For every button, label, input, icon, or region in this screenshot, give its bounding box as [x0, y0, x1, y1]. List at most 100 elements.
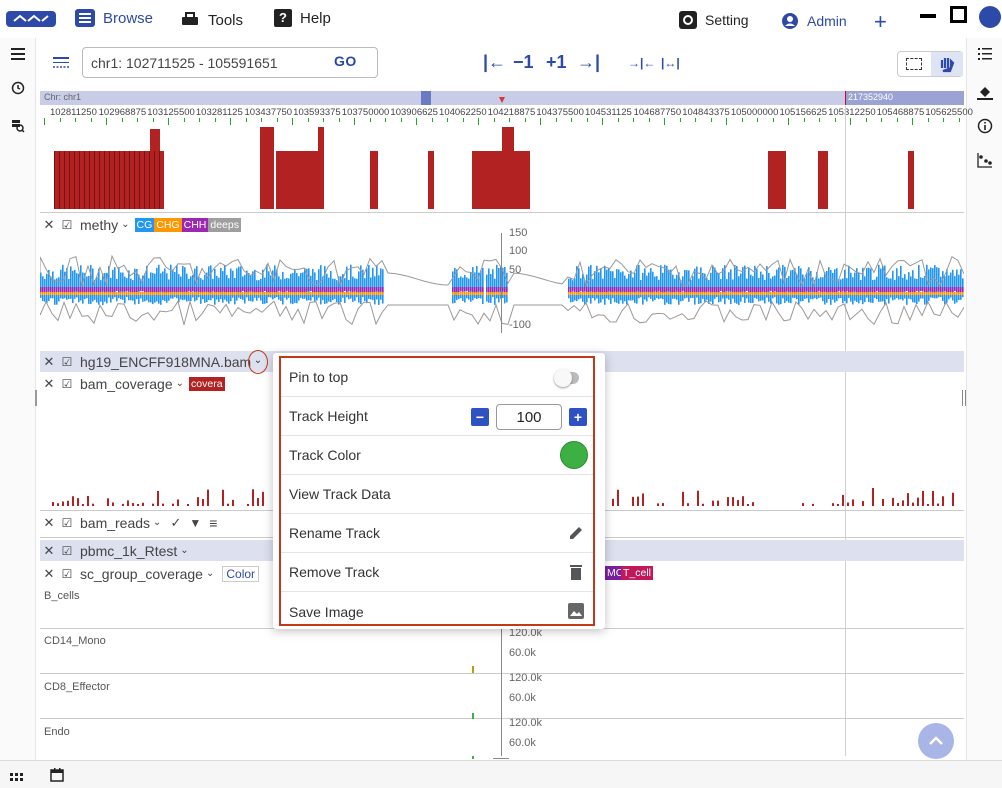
track-name[interactable]: bam_reads: [80, 515, 150, 531]
chevron-down-icon[interactable]: ⌄: [180, 545, 188, 556]
sc-tick-mark: [472, 666, 474, 673]
genome-select-icon[interactable]: [52, 55, 70, 76]
methy-cg-bar: [956, 295, 958, 303]
filter-icon[interactable]: ▼: [189, 516, 201, 530]
menu-icon[interactable]: ≡: [209, 515, 217, 531]
chevron-down-icon[interactable]: ⌄: [176, 378, 184, 389]
track-name[interactable]: methy: [80, 217, 118, 233]
close-icon[interactable]: ✕: [40, 515, 58, 531]
search-data-icon[interactable]: [8, 116, 28, 136]
paint-bucket-icon[interactable]: [975, 82, 995, 102]
close-icon[interactable]: ✕: [40, 543, 58, 559]
methy-chg-bar: [212, 292, 214, 295]
track-color-swatch[interactable]: [560, 441, 588, 469]
track-name[interactable]: hg19_ENCFF918MNA.bam: [80, 354, 251, 370]
checkbox-icon[interactable]: ☑: [58, 218, 76, 232]
methy-cg-bar: [322, 295, 324, 301]
methy-cg-bar: [176, 295, 178, 298]
admin-menu[interactable]: Admin: [781, 12, 847, 30]
methy-cg-bar: [862, 295, 864, 305]
methy-cg-bar: [852, 295, 854, 305]
methy-cg-bar: [900, 295, 902, 300]
history-icon[interactable]: [8, 78, 28, 98]
close-icon[interactable]: ✕: [40, 566, 58, 582]
go-button[interactable]: GO: [334, 53, 357, 69]
chevron-down-icon[interactable]: ⌄: [121, 219, 129, 230]
resize-handle-left[interactable]: [35, 390, 37, 406]
methy-cg-bar: [242, 295, 244, 300]
app-logo[interactable]: [6, 11, 56, 27]
pin-toggle[interactable]: [554, 368, 579, 387]
info-icon[interactable]: [975, 116, 995, 136]
decrease-height-button[interactable]: −: [471, 408, 489, 426]
increase-height-button[interactable]: +: [569, 408, 587, 426]
minimize-icon[interactable]: [920, 14, 936, 18]
methy-chh-bar: [612, 287, 614, 292]
methy-cg-bar: [270, 295, 272, 298]
track-name[interactable]: bam_coverage: [80, 376, 173, 392]
track-name[interactable]: sc_group_coverage: [80, 566, 203, 582]
methy-chg-bar: [272, 292, 274, 295]
list-bullets-icon[interactable]: [975, 44, 995, 64]
checkbox-icon[interactable]: ☑: [58, 377, 76, 391]
pen-check-icon[interactable]: ✓: [170, 515, 181, 531]
resize-handle-right[interactable]: [962, 390, 966, 406]
methy-cg-bar: [372, 295, 374, 301]
status-dot-icon[interactable]: [979, 6, 1001, 28]
checkbox-icon[interactable]: ☑: [58, 355, 76, 369]
color-chip[interactable]: Color: [222, 565, 260, 582]
chromosome-view-window[interactable]: [421, 91, 431, 105]
track-color-item[interactable]: Track Color: [281, 436, 593, 475]
list-icon[interactable]: [8, 44, 28, 64]
help-menu[interactable]: ? Help: [274, 9, 331, 27]
close-icon[interactable]: ✕: [40, 354, 58, 370]
remove-track-item[interactable]: Remove Track: [281, 553, 593, 592]
select-region-icon[interactable]: [906, 58, 922, 70]
methy-cg-bar: [704, 295, 706, 302]
track-name[interactable]: pbmc_1k_Rtest: [80, 543, 177, 559]
checkbox-icon[interactable]: ☑: [58, 567, 76, 581]
move-right-button[interactable]: +1: [546, 52, 567, 73]
view-track-data-item[interactable]: View Track Data: [281, 475, 593, 514]
setting-menu[interactable]: Setting: [679, 11, 749, 29]
maximize-icon[interactable]: [950, 6, 967, 23]
zoom-in-button[interactable]: →|←: [628, 56, 655, 70]
methy-chg-bar: [652, 292, 654, 295]
rename-track-item[interactable]: Rename Track: [281, 514, 593, 553]
chevron-down-icon[interactable]: ⌄: [153, 517, 161, 528]
methy-chg-bar: [242, 292, 244, 295]
chevron-down-icon[interactable]: ⌄: [206, 568, 214, 579]
close-icon[interactable]: ✕: [40, 217, 58, 233]
browse-menu[interactable]: Browse: [75, 9, 153, 27]
zoom-out-button[interactable]: |↔|: [661, 56, 680, 70]
grid-icon[interactable]: [10, 770, 24, 788]
methy-cg-bar: [136, 295, 138, 300]
move-start-button[interactable]: |←: [483, 52, 506, 73]
methy-cg-bar: [624, 295, 626, 302]
pin-to-top-label: Pin to top: [289, 369, 349, 385]
save-image-item[interactable]: Save Image: [281, 592, 593, 631]
pin-to-top-item[interactable]: Pin to top: [281, 358, 593, 397]
methy-cg-bar: [914, 295, 916, 303]
tools-menu[interactable]: Tools: [180, 9, 243, 32]
move-left-button[interactable]: −1: [513, 52, 534, 73]
scatter-plot-icon[interactable]: [975, 150, 995, 170]
checkbox-icon[interactable]: ☑: [58, 544, 76, 558]
bar-divider: [94, 151, 95, 209]
close-icon[interactable]: ✕: [40, 376, 58, 392]
calendar-icon[interactable]: [50, 768, 64, 787]
ruler-tick-mark: [602, 118, 603, 125]
methy-chh-bar: [592, 287, 594, 293]
methy-chg-bar: [784, 292, 786, 295]
hand-pan-icon[interactable]: [931, 52, 963, 76]
methy-cg-bar: [630, 295, 632, 301]
add-button[interactable]: +: [874, 9, 887, 35]
track-height-input[interactable]: 100: [496, 404, 562, 430]
move-end-button[interactable]: →|: [577, 52, 600, 73]
methy-chg-bar: [716, 292, 718, 295]
track-menu-chevron-button[interactable]: ⌄: [248, 350, 268, 374]
methy-chg-bar: [78, 292, 80, 295]
scroll-top-button[interactable]: [918, 723, 954, 759]
methy-cg-bar: [838, 295, 840, 299]
checkbox-icon[interactable]: ☑: [58, 516, 76, 530]
